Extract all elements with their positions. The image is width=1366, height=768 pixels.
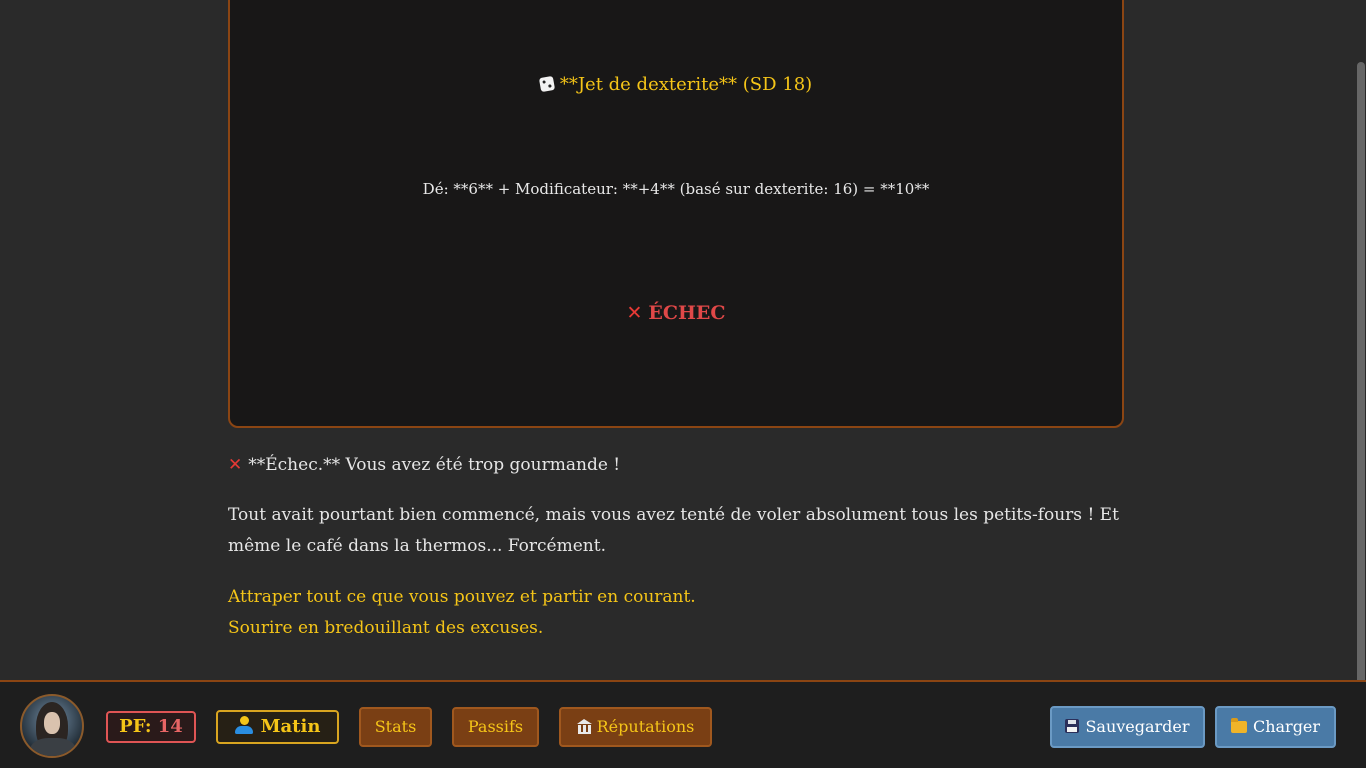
floppy-disk-icon	[1065, 719, 1080, 733]
passifs-button[interactable]: Passifs	[452, 707, 539, 747]
choice-flee[interactable]: Attraper tout ce que vous pouvez et part…	[228, 582, 1128, 613]
avatar-face	[44, 712, 60, 734]
fail-message: ✕ **Échec.** Vous avez été trop gourmande…	[228, 450, 1128, 481]
story-scroll-area[interactable]: **Jet de dexterite** (SD 18) Dé: **6** +…	[0, 0, 1356, 680]
stats-button-label: Stats	[374, 717, 417, 736]
load-button[interactable]: Charger	[1215, 706, 1336, 748]
roll-title: **Jet de dexterite** (SD 18)	[230, 74, 1122, 95]
load-button-label: Charger	[1252, 717, 1321, 736]
folder-icon	[1230, 718, 1247, 733]
roll-title-text: **Jet de dexterite** (SD 18)	[559, 74, 813, 95]
stats-button[interactable]: Stats	[359, 707, 432, 747]
avatar[interactable]	[20, 694, 84, 758]
narration-text: Tout avait pourtant bien commencé, mais …	[228, 505, 1119, 556]
pf-value: 14	[157, 716, 183, 737]
status-bar: PF: 14 Matin Stats Passifs Réputations S…	[0, 680, 1366, 768]
fail-message-text: **Échec.** Vous avez été trop gourmande …	[248, 455, 621, 475]
scrollbar-track[interactable]	[1356, 0, 1366, 717]
bank-icon	[576, 719, 592, 734]
save-button[interactable]: Sauvegarder	[1050, 706, 1205, 748]
cross-mark-icon: ✕	[228, 455, 243, 475]
reputations-button-label: Réputations	[596, 717, 695, 736]
time-of-day-label: Matin	[260, 716, 321, 737]
roll-result: ✕ ÉCHEC	[230, 302, 1122, 324]
choice-list: Attraper tout ce que vous pouvez et part…	[228, 582, 1128, 644]
dice-roll-panel: **Jet de dexterite** (SD 18) Dé: **6** +…	[228, 0, 1124, 428]
time-of-day-badge: Matin	[216, 710, 339, 744]
person-icon	[234, 716, 253, 734]
save-button-label: Sauvegarder	[1085, 717, 1190, 736]
pf-badge: PF: 14	[106, 711, 196, 743]
roll-detail: Dé: **6** + Modificateur: **+4** (basé s…	[422, 180, 930, 198]
pf-label: PF:	[119, 716, 152, 737]
scrollbar-thumb[interactable]	[1357, 62, 1365, 717]
reputations-button[interactable]: Réputations	[559, 707, 712, 747]
cross-mark-icon: ✕	[626, 302, 643, 324]
passifs-button-label: Passifs	[467, 717, 524, 736]
game-page: **Jet de dexterite** (SD 18) Dé: **6** +…	[0, 0, 1366, 768]
dice-icon	[538, 75, 555, 93]
avatar-coat	[30, 738, 76, 756]
choice-apologize[interactable]: Sourire en bredouillant des excuses.	[228, 613, 1128, 644]
roll-result-text: ÉCHEC	[648, 302, 726, 324]
